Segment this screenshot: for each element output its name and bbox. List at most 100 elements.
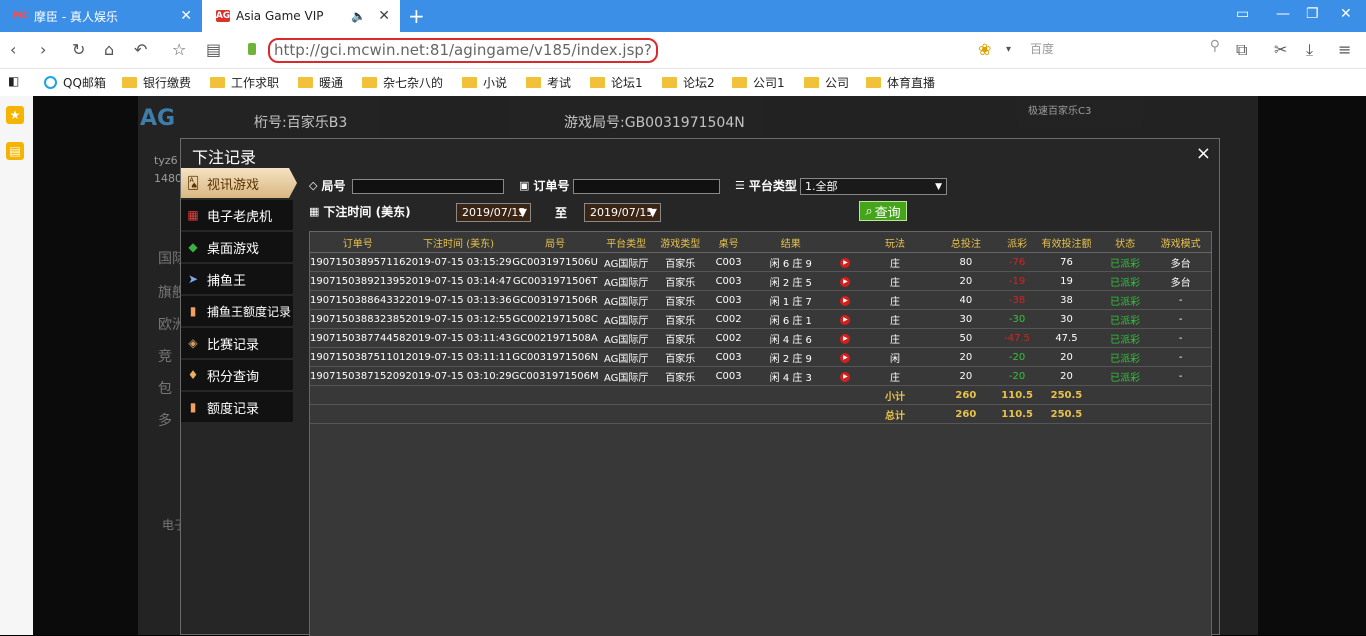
close-window-icon[interactable]: ✕ [1340, 6, 1352, 22]
platform-label: ☰ 平台类型 [735, 179, 797, 193]
bookmark-folder[interactable]: 公司1 [732, 74, 785, 91]
undo-icon[interactable]: ↶ [134, 40, 147, 59]
new-tab-icon[interactable]: + [408, 4, 425, 28]
date-to[interactable]: 2019/07/15 ▼ [584, 203, 661, 222]
forward-icon[interactable]: › [40, 40, 46, 59]
bookmark-folder[interactable]: 公司 [804, 74, 849, 91]
folder-icon [462, 77, 477, 88]
menu-item-fishing-credit[interactable]: ▮ 捕鱼王额度记录 [181, 296, 293, 326]
play-video-icon[interactable]: ▶ [840, 296, 851, 306]
tab-asia-game[interactable]: AG Asia Game VIP 🔈 ✕ [202, 0, 400, 32]
play-video-icon[interactable]: ▶ [840, 353, 851, 363]
bookmark-folder[interactable]: 杂七杂八的 [362, 74, 443, 91]
total-row: 总计 260 110.5 250.5 [310, 404, 1211, 424]
query-button[interactable]: ⌕ 查询 [859, 201, 907, 221]
folder-icon [866, 77, 881, 88]
bookmark-folder[interactable]: 银行缴费 [122, 74, 191, 91]
menu-item-match-records[interactable]: ◈ 比赛记录 [181, 328, 293, 358]
browser-sidebar: ★ ▤ [0, 96, 33, 635]
table-title: 桁号:百家乐B3 [254, 115, 348, 131]
bookmark-folder[interactable]: 小说 [462, 74, 507, 91]
search-icon: ⌕ [865, 203, 873, 219]
col-table: 桌号 [706, 232, 751, 253]
folder-icon [804, 77, 819, 88]
col-time: 下注时间 (美东) [405, 232, 512, 253]
order-label: ▣ 订单号 [519, 179, 570, 193]
favorites-star-icon[interactable]: ★ [6, 106, 24, 124]
folder-icon [298, 77, 313, 88]
search-input[interactable]: 百度 ⚲ [1030, 38, 1220, 58]
notes-icon[interactable]: ▤ [6, 142, 24, 160]
username: tyz6 [154, 154, 178, 167]
screenshot-icon[interactable]: ⧉ [1236, 40, 1247, 60]
close-icon[interactable]: ✕ [180, 8, 192, 24]
speaker-icon[interactable]: 🔈 [351, 9, 366, 23]
col-valid-bet: 有效投注额 [1032, 232, 1100, 253]
bookmark-folder[interactable]: 论坛1 [590, 74, 643, 91]
modal-title: 下注记录 [192, 148, 257, 167]
play-video-icon[interactable]: ▶ [840, 258, 851, 268]
sidebar-toggle-icon[interactable]: ▭ [1236, 6, 1249, 22]
date-from[interactable]: 2019/07/15 ▼ [456, 203, 531, 222]
bet-record-modal: 下注记录 × 🂡 视讯游戏 ▦ 电子老虎机 ◆ 桌面游戏 ➤ 捕鱼王 ▮ 捕鱼王额度记录 … [180, 138, 1220, 636]
chevron-down-icon[interactable]: ▾ [1006, 44, 1011, 55]
reload-icon[interactable]: ↻ [72, 40, 85, 59]
bookmark-folder[interactable]: 体育直播 [866, 74, 935, 91]
round-input[interactable] [352, 179, 504, 194]
back-icon[interactable]: ‹ [10, 40, 16, 59]
bg-nav-item: 多 [158, 413, 172, 429]
home-icon[interactable]: ⌂ [104, 40, 114, 59]
menu-icon[interactable]: ≡ [1338, 40, 1351, 59]
bookmark-folder[interactable]: 暖通 [298, 74, 343, 91]
minimize-icon[interactable]: — [1276, 6, 1290, 22]
menu-item-credit-records[interactable]: ▮ 额度记录 [181, 392, 293, 422]
close-icon[interactable]: ✕ [378, 8, 390, 24]
menu-item-table-games[interactable]: ◆ 桌面游戏 [181, 232, 293, 262]
close-button[interactable]: × [1196, 143, 1211, 164]
play-video-icon[interactable]: ▶ [840, 277, 851, 287]
bet-record-table: 订单号 下注时间 (美东) 局号 平台类型 游戏类型 桌号 结果 玩法 总投注 … [310, 232, 1211, 424]
address-bar[interactable]: http://gci.mcwin.net:81/agingame/v185/in… [246, 37, 966, 63]
col-video [831, 232, 860, 253]
bg-nav-item: 包 [158, 381, 172, 397]
time-label: ▦ 下注时间 (美东) [309, 205, 411, 219]
table-row: 190715038715209 2019-07-15 03:10:29 GC0031… [310, 366, 1211, 386]
bg-nav-item: 竞 [158, 349, 172, 365]
reader-icon[interactable]: ▤ [206, 40, 221, 59]
chevron-down-icon: ▼ [518, 206, 527, 219]
bee-icon[interactable]: ❀ [978, 40, 991, 59]
menu-item-points[interactable]: ♦ 积分查询 [181, 360, 293, 390]
url-text[interactable]: http://gci.mcwin.net:81/agingame/v185/in… [268, 38, 658, 63]
table-game-icon: ◆ [188, 240, 198, 254]
play-video-icon[interactable]: ▶ [840, 315, 851, 325]
play-video-icon[interactable]: ▶ [840, 334, 851, 344]
restore-icon[interactable]: ❐ [1306, 6, 1319, 22]
menu-item-slots[interactable]: ▦ 电子老虎机 [181, 200, 293, 230]
bookmark-folder[interactable]: 考试 [526, 74, 571, 91]
subtotal-row: 小计 260 110.5 250.5 [310, 385, 1211, 405]
folder-icon [526, 77, 541, 88]
platform-select[interactable]: 1.全部 ▼ [800, 178, 947, 195]
download-icon[interactable]: ⤓ [1306, 40, 1313, 60]
search-icon[interactable]: ⚲ [1210, 38, 1220, 54]
play-video-icon[interactable]: ▶ [840, 372, 851, 382]
ag-favicon-icon: AG [215, 10, 231, 22]
col-mode: 游戏模式 [1150, 232, 1211, 253]
table-header: 订单号 下注时间 (美东) 局号 平台类型 游戏类型 桌号 结果 玩法 总投注 … [310, 232, 1211, 253]
star-icon[interactable]: ☆ [172, 40, 186, 59]
fish-icon: ➤ [187, 272, 199, 286]
menu-item-live-games[interactable]: 🂡 视讯游戏 [181, 168, 297, 198]
bookmarks-sidebar-icon[interactable]: ◧ [8, 74, 19, 88]
bookmark-folder[interactable]: 论坛2 [662, 74, 715, 91]
tools-icon[interactable]: ✂ [1274, 40, 1287, 59]
bookmark-folder[interactable]: 工作求职 [210, 74, 279, 91]
order-input[interactable] [573, 179, 720, 194]
diamond-icon: ♦ [187, 368, 199, 382]
bookmark-qqmail[interactable]: QQ邮箱 [44, 74, 106, 91]
tab-mochen[interactable]: MC 摩臣 - 真人娱乐 ✕ [0, 0, 202, 32]
bookmarks-bar: ◧ QQ邮箱 银行缴费 工作求职 暖通 杂七杂八的 小说 考试 论坛1 论坛2 … [0, 69, 1366, 97]
mc-favicon-icon: MC [13, 11, 29, 21]
menu-item-fishing[interactable]: ➤ 捕鱼王 [181, 264, 293, 294]
filter-panel: ◇ 局号 ▣ 订单号 ☰ 平台类型 1.全部 ▼ ▦ 下注时间 (美东) 2019/07/… [309, 176, 1209, 226]
record-menu: 🂡 视讯游戏 ▦ 电子老虎机 ◆ 桌面游戏 ➤ 捕鱼王 ▮ 捕鱼王额度记录 ◈ 比赛记录 ♦… [181, 168, 297, 424]
